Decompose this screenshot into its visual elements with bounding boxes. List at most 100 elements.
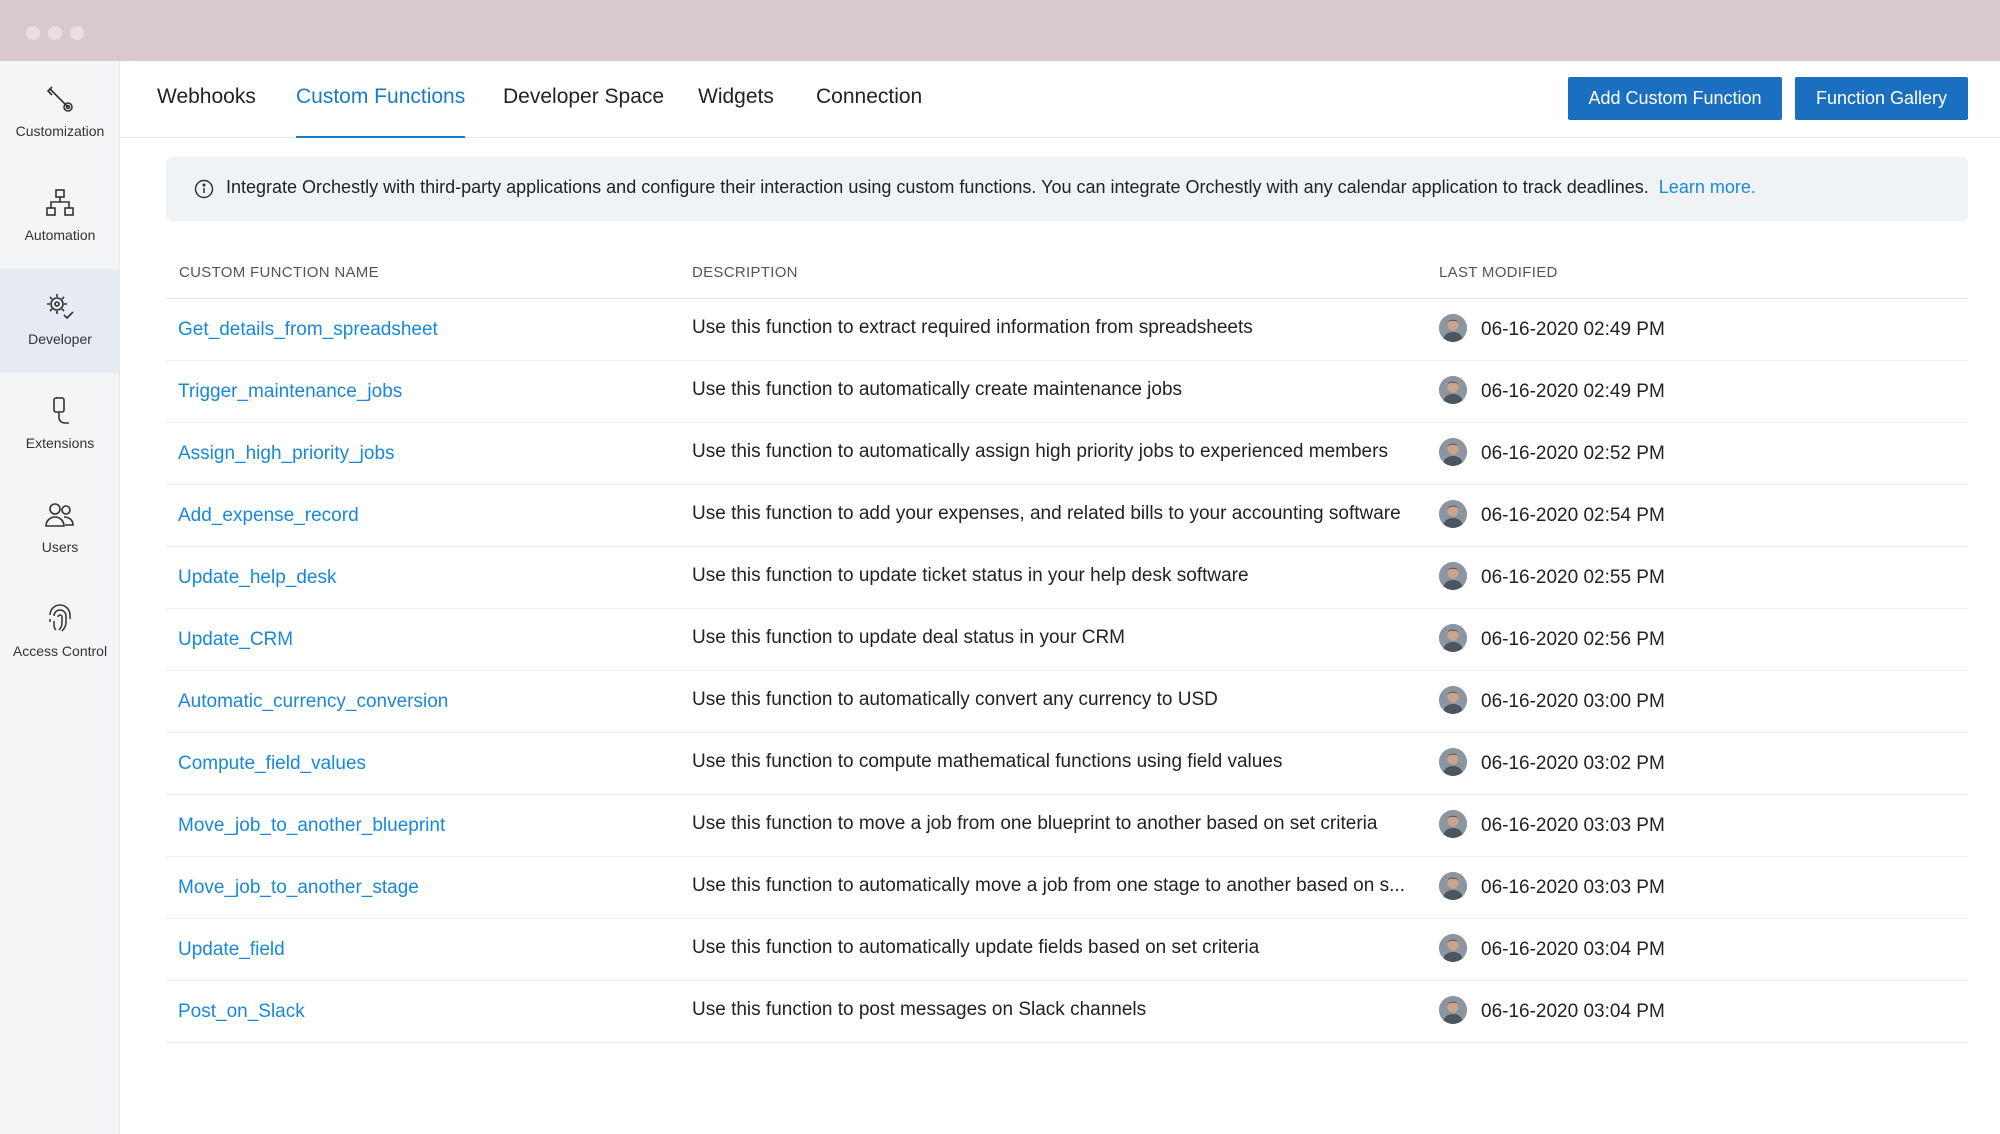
last-modified-date: 06-16-2020 02:54 PM bbox=[1481, 505, 1665, 526]
tab-webhooks[interactable]: Webhooks bbox=[157, 85, 256, 138]
function-description: Use this function to extract required in… bbox=[692, 317, 1253, 338]
table-row[interactable]: Update_help_desk Use this function to upd… bbox=[166, 547, 1968, 609]
sidebar-item-customization[interactable]: Customization bbox=[0, 61, 120, 165]
tab-widgets[interactable]: Widgets bbox=[698, 85, 774, 138]
column-header-name[interactable]: CUSTOM FUNCTION NAME bbox=[179, 264, 379, 281]
last-modified-date: 06-16-2020 03:00 PM bbox=[1481, 691, 1665, 712]
add-custom-function-button[interactable]: Add Custom Function bbox=[1568, 77, 1782, 120]
user-avatar-icon bbox=[1439, 934, 1467, 962]
last-modified-date: 06-16-2020 02:56 PM bbox=[1481, 629, 1665, 650]
window-maximize-dot[interactable] bbox=[70, 26, 84, 40]
table-row[interactable]: Add_expense_record Use this function to a… bbox=[166, 485, 1968, 547]
last-modified-date: 06-16-2020 02:52 PM bbox=[1481, 443, 1665, 464]
last-modified-date: 06-16-2020 02:49 PM bbox=[1481, 381, 1665, 402]
function-description: Use this function to add your expenses, … bbox=[692, 503, 1401, 524]
avatar bbox=[1439, 748, 1467, 776]
last-modified-date: 06-16-2020 03:04 PM bbox=[1481, 939, 1665, 960]
tab-custom-functions[interactable]: Custom Functions bbox=[296, 85, 466, 138]
last-modified-date: 06-16-2020 03:04 PM bbox=[1481, 1001, 1665, 1022]
avatar bbox=[1439, 376, 1467, 404]
info-icon bbox=[194, 179, 214, 199]
function-description: Use this function to automatically creat… bbox=[692, 379, 1183, 400]
window-titlebar bbox=[0, 0, 2000, 61]
function-name-link[interactable]: Update_help_desk bbox=[178, 567, 336, 589]
table-row[interactable]: Move_job_to_another_blueprint Use this fu… bbox=[166, 795, 1968, 857]
avatar bbox=[1439, 996, 1467, 1024]
sidebar-item-label: Customization bbox=[15, 123, 105, 139]
user-avatar-icon bbox=[1439, 562, 1467, 590]
sidebar-item-automation[interactable]: Automation bbox=[0, 165, 120, 269]
custom-functions-table: CUSTOM FUNCTION NAME DESCRIPTION LAST MO… bbox=[166, 250, 1968, 1043]
avatar bbox=[1439, 810, 1467, 838]
learn-more-link[interactable]: Learn more. bbox=[1659, 177, 1756, 197]
function-name-link[interactable]: Trigger_maintenance_jobs bbox=[178, 381, 402, 403]
avatar bbox=[1439, 314, 1467, 342]
user-avatar-icon bbox=[1439, 996, 1467, 1024]
function-name-link[interactable]: Update_field bbox=[178, 939, 285, 961]
table-row[interactable]: Move_job_to_another_stage Use this functi… bbox=[166, 857, 1968, 919]
sidebar-item-developer[interactable]: Developer bbox=[0, 269, 120, 373]
table-row[interactable]: Update_CRM Use this function to update de… bbox=[166, 609, 1968, 671]
table-row[interactable]: Get_details_from_spreadsheet Use this fun… bbox=[166, 299, 1968, 361]
user-avatar-icon bbox=[1439, 748, 1467, 776]
table-body: Get_details_from_spreadsheet Use this fun… bbox=[166, 299, 1968, 1043]
function-name-link[interactable]: Move_job_to_another_blueprint bbox=[178, 815, 445, 837]
function-name-link[interactable]: Add_expense_record bbox=[178, 505, 359, 527]
last-modified-date: 06-16-2020 02:55 PM bbox=[1481, 567, 1665, 588]
banner-message: Integrate Orchestly with third-party app… bbox=[226, 177, 1756, 198]
user-avatar-icon bbox=[1439, 686, 1467, 714]
function-gallery-button[interactable]: Function Gallery bbox=[1795, 77, 1968, 120]
function-description: Use this function to update ticket statu… bbox=[692, 565, 1249, 586]
user-avatar-icon bbox=[1439, 810, 1467, 838]
automation-icon bbox=[46, 189, 74, 216]
function-description: Use this function to automatically move … bbox=[692, 875, 1405, 896]
table-row[interactable]: Assign_high_priority_jobs Use this functi… bbox=[166, 423, 1968, 485]
column-header-last-modified[interactable]: LAST MODIFIED bbox=[1439, 264, 1558, 281]
info-banner: Integrate Orchestly with third-party app… bbox=[166, 157, 1968, 221]
table-row[interactable]: Post_on_Slack Use this function to post m… bbox=[166, 981, 1968, 1043]
sidebar-item-extensions[interactable]: Extensions bbox=[0, 373, 120, 477]
last-modified-date: 06-16-2020 02:49 PM bbox=[1481, 319, 1665, 340]
avatar bbox=[1439, 624, 1467, 652]
sidebar-item-label: Automation bbox=[24, 227, 96, 243]
column-header-description[interactable]: DESCRIPTION bbox=[692, 264, 798, 281]
table-header: CUSTOM FUNCTION NAME DESCRIPTION LAST MO… bbox=[166, 250, 1968, 299]
table-row[interactable]: Compute_field_values Use this function to… bbox=[166, 733, 1968, 795]
function-name-link[interactable]: Post_on_Slack bbox=[178, 1001, 305, 1023]
window-minimize-dot[interactable] bbox=[48, 26, 62, 40]
tab-developer-space[interactable]: Developer Space bbox=[503, 85, 664, 138]
function-name-link[interactable]: Compute_field_values bbox=[178, 753, 366, 775]
sidebar-item-label: Users bbox=[41, 539, 79, 555]
avatar bbox=[1439, 500, 1467, 528]
last-modified-date: 06-16-2020 03:03 PM bbox=[1481, 815, 1665, 836]
function-name-link[interactable]: Move_job_to_another_stage bbox=[178, 877, 419, 899]
function-description: Use this function to move a job from one… bbox=[692, 813, 1378, 834]
table-row[interactable]: Trigger_maintenance_jobs Use this functio… bbox=[166, 361, 1968, 423]
tab-connection[interactable]: Connection bbox=[816, 85, 922, 138]
window-close-dot[interactable] bbox=[26, 26, 40, 40]
fingerprint-icon bbox=[49, 604, 71, 632]
user-avatar-icon bbox=[1439, 624, 1467, 652]
function-name-link[interactable]: Automatic_currency_conversion bbox=[178, 691, 448, 713]
user-avatar-icon bbox=[1439, 438, 1467, 466]
avatar bbox=[1439, 872, 1467, 900]
developer-icon bbox=[47, 294, 74, 320]
function-description: Use this function to automatically updat… bbox=[692, 937, 1260, 958]
user-avatar-icon bbox=[1439, 500, 1467, 528]
function-description: Use this function to automatically assig… bbox=[692, 441, 1388, 462]
table-row[interactable]: Update_field Use this function to automat… bbox=[166, 919, 1968, 981]
table-row[interactable]: Automatic_currency_conversion Use this fu… bbox=[166, 671, 1968, 733]
top-navigation: Webhooks Custom Functions Developer Spac… bbox=[120, 61, 2000, 138]
sidebar-item-label: Developer bbox=[28, 331, 92, 347]
function-name-link[interactable]: Update_CRM bbox=[178, 629, 293, 651]
users-icon bbox=[45, 503, 74, 527]
sidebar-item-access-control[interactable]: Access Control bbox=[0, 581, 120, 685]
function-name-link[interactable]: Get_details_from_spreadsheet bbox=[178, 319, 438, 341]
function-description: Use this function to post messages on Sl… bbox=[692, 999, 1147, 1020]
sidebar-item-users[interactable]: Users bbox=[0, 477, 120, 581]
sidebar: Customization Automation Developer Exten… bbox=[0, 61, 120, 1134]
last-modified-date: 06-16-2020 03:02 PM bbox=[1481, 753, 1665, 774]
avatar bbox=[1439, 438, 1467, 466]
user-avatar-icon bbox=[1439, 314, 1467, 342]
function-name-link[interactable]: Assign_high_priority_jobs bbox=[178, 443, 395, 465]
